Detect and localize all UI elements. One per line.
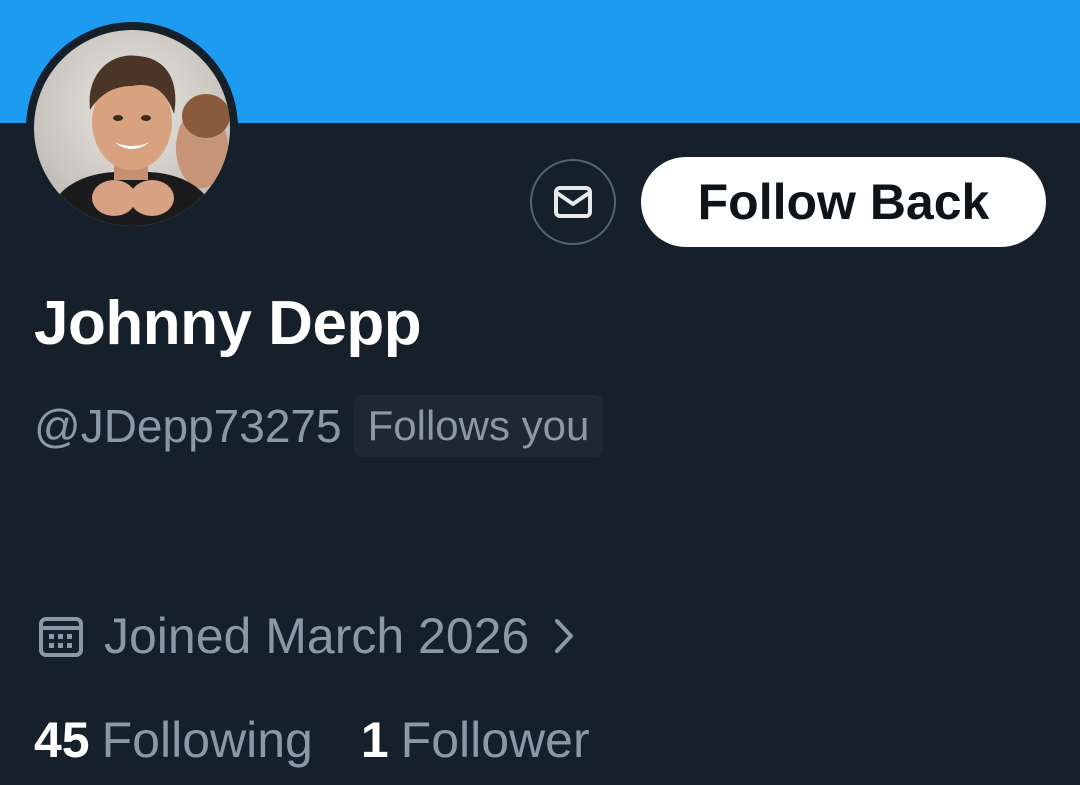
follow-stats: 45 Following 1 Follower xyxy=(34,708,590,772)
display-name: Johnny Depp xyxy=(34,289,422,358)
joined-text: Joined March 2026 xyxy=(104,608,530,664)
following-count: 45 xyxy=(34,712,90,768)
followers-label: Follower xyxy=(400,712,590,768)
followers-count: 1 xyxy=(360,712,389,768)
joined-date[interactable]: Joined March 2026 xyxy=(38,604,575,668)
follow-back-button[interactable]: Follow Back xyxy=(641,157,1046,247)
handle: @JDepp73275 xyxy=(34,400,342,452)
avatar[interactable] xyxy=(26,22,238,234)
avatar-photo xyxy=(34,30,230,226)
follows-you-badge: Follows you xyxy=(353,395,604,457)
following-label: Following xyxy=(101,712,313,768)
calendar-icon xyxy=(39,617,83,657)
following-link[interactable]: 45 Following xyxy=(34,711,313,769)
message-button[interactable] xyxy=(530,159,616,245)
handle-row: @JDepp73275 Follows you xyxy=(34,394,604,458)
mail-icon xyxy=(554,186,592,218)
followers-link[interactable]: 1 Follower xyxy=(361,711,590,769)
chevron-right-icon xyxy=(553,617,575,655)
